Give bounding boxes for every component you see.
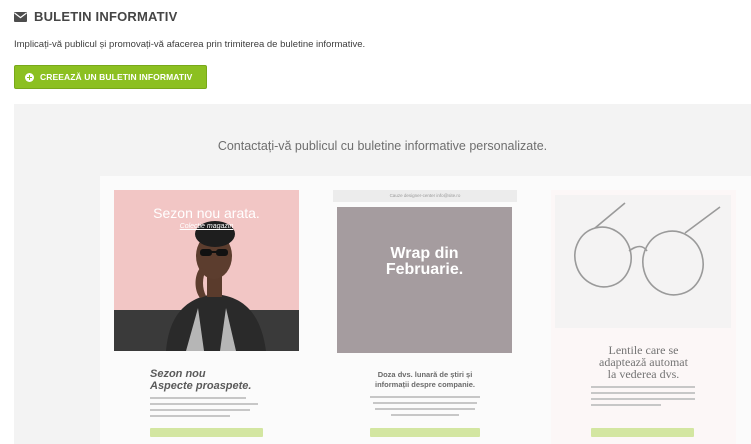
template-cta-bar — [591, 428, 694, 437]
plus-circle-icon — [25, 72, 34, 82]
template-image-glasses — [555, 195, 731, 328]
template-heading: Sezon nou Aspecte proaspete. — [150, 368, 252, 392]
template-cta-bar — [150, 428, 263, 437]
template-image-title: Wrap din Februarie. — [385, 245, 464, 278]
promo-panel: Contactați-vă publicul cu buletine infor… — [14, 104, 751, 444]
template-heading: Doza dvs. lunară de știri și informații … — [374, 370, 476, 389]
envelope-icon — [14, 11, 27, 22]
template-cta-bar — [370, 428, 480, 437]
promo-text: Contactați-vă publicul cu buletine infor… — [217, 139, 548, 153]
template-card-fashion: Sezon nou arata. Colectie magazin Sezon … — [114, 190, 299, 444]
page-header: BULETIN INFORMATIV — [14, 9, 177, 24]
template-image-subtitle: Colectie magazin — [179, 223, 234, 230]
template-image-fashion: Sezon nou arata. Colectie magazin — [114, 190, 299, 351]
template-heading: Lentile care se adaptează automat la ved… — [599, 343, 688, 381]
template-image-wrap — [337, 207, 512, 353]
template-showcase: Sezon nou arata. Colectie magazin Sezon … — [100, 176, 751, 444]
eyeglasses-image — [574, 202, 721, 296]
create-newsletter-label: CREEAZĂ UN BULETIN INFORMATIV — [40, 72, 193, 82]
template-card-eyewear: Lentile care se adaptează automat la ved… — [551, 190, 736, 444]
template-card-company-news: Cauze designer-center info@site.ro Wrap … — [333, 190, 517, 444]
create-newsletter-button[interactable]: CREEAZĂ UN BULETIN INFORMATIV — [14, 65, 207, 89]
template-image-title: Sezon nou arata. — [153, 205, 260, 221]
page-description: Implicați-vă publicul și promovați-vă af… — [14, 39, 366, 50]
template-top-bar: Cauze designer-center info@site.ro — [333, 190, 517, 202]
page-title: BULETIN INFORMATIV — [34, 9, 178, 24]
